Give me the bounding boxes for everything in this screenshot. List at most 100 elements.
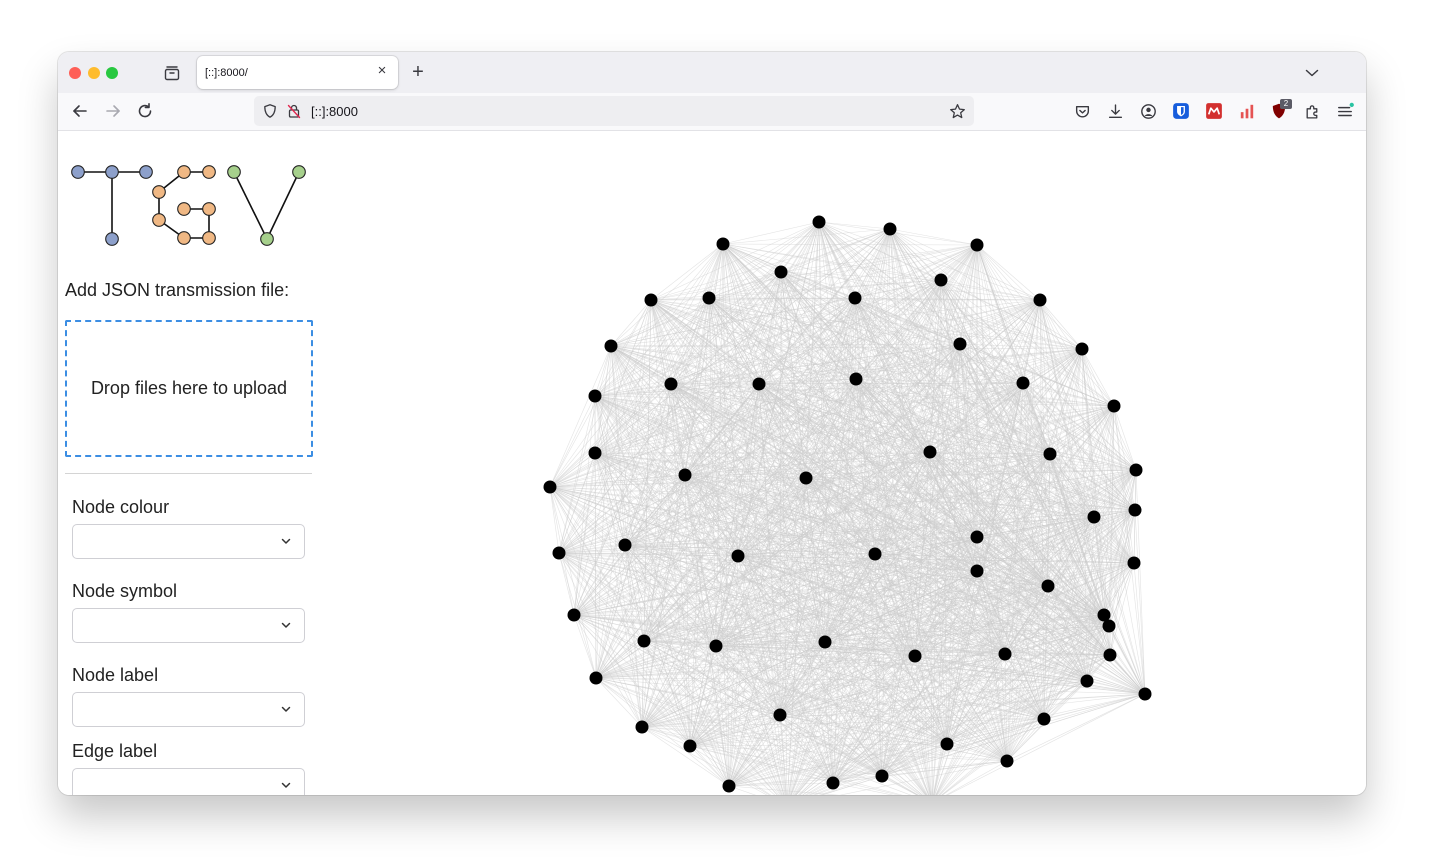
graph-node[interactable]: [635, 720, 649, 734]
graph-node[interactable]: [1138, 687, 1152, 701]
graph-node[interactable]: [543, 480, 557, 494]
node-colour-label: Node colour: [72, 497, 170, 517]
graph-node[interactable]: [1016, 376, 1030, 390]
graph-node[interactable]: [848, 291, 862, 305]
graph-node[interactable]: [604, 339, 618, 353]
graph-node[interactable]: [1103, 648, 1117, 662]
browser-window: [::]:8000/ × + [::]:8000 2 Add JSON tran…: [58, 52, 1366, 795]
tab-title: [::]:8000/: [205, 67, 248, 79]
graph-node[interactable]: [644, 293, 658, 307]
bar-chart-extension-icon[interactable]: [1238, 102, 1256, 120]
node-symbol-select[interactable]: [72, 608, 305, 643]
sidebar: Add JSON transmission file: Drop files h…: [58, 131, 328, 795]
file-dropzone[interactable]: Drop files here to upload: [65, 320, 313, 457]
graph-node[interactable]: [774, 265, 788, 279]
firefox-view-icon[interactable]: [163, 64, 181, 82]
tgv-logo: [71, 165, 306, 246]
edge-label-select[interactable]: [72, 768, 305, 795]
mendeley-extension-icon[interactable]: [1205, 102, 1223, 120]
graph-node[interactable]: [637, 634, 651, 648]
graph-node[interactable]: [702, 291, 716, 305]
graph-node[interactable]: [1037, 712, 1051, 726]
shield-icon[interactable]: [262, 103, 278, 119]
graph-node[interactable]: [923, 445, 937, 459]
ublock-extension[interactable]: 2: [1270, 99, 1292, 122]
node-colour-select[interactable]: [72, 524, 305, 559]
close-window-button[interactable]: [69, 67, 81, 79]
graph-node[interactable]: [588, 389, 602, 403]
extensions-puzzle-icon[interactable]: [1304, 103, 1321, 120]
graph-node[interactable]: [731, 549, 745, 563]
graph-node[interactable]: [1080, 674, 1094, 688]
graph-node[interactable]: [664, 377, 678, 391]
graph-node[interactable]: [567, 608, 581, 622]
graph-edge: [689, 745, 730, 787]
address-bar[interactable]: [::]:8000: [254, 96, 974, 126]
new-tab-button[interactable]: +: [408, 62, 428, 82]
graph-node[interactable]: [588, 446, 602, 460]
graph-node[interactable]: [970, 530, 984, 544]
graph-node[interactable]: [868, 547, 882, 561]
divider: [65, 473, 312, 474]
node-label-select[interactable]: [72, 692, 305, 727]
graph-node[interactable]: [818, 635, 832, 649]
bitwarden-icon[interactable]: [1172, 102, 1190, 120]
app-menu-icon[interactable]: [1336, 102, 1354, 120]
page-content: Add JSON transmission file: Drop files h…: [58, 131, 1366, 795]
graph-node[interactable]: [1107, 399, 1121, 413]
graph-edge: [650, 243, 724, 301]
list-all-tabs-icon[interactable]: [1303, 64, 1321, 82]
graph-node[interactable]: [1033, 293, 1047, 307]
graph-node[interactable]: [998, 647, 1012, 661]
reload-icon[interactable]: [135, 101, 155, 121]
graph-node[interactable]: [1129, 463, 1143, 477]
upload-label: Add JSON transmission file:: [65, 280, 290, 300]
graph-node[interactable]: [940, 737, 954, 751]
graph-node[interactable]: [970, 238, 984, 252]
graph-node[interactable]: [1043, 447, 1057, 461]
graph-node[interactable]: [678, 468, 692, 482]
graph-node[interactable]: [908, 649, 922, 663]
graph-node[interactable]: [618, 538, 632, 552]
graph-node[interactable]: [683, 739, 697, 753]
graph-node[interactable]: [883, 222, 897, 236]
graph-node[interactable]: [1087, 510, 1101, 524]
graph-node[interactable]: [1128, 503, 1142, 517]
graph-node[interactable]: [875, 769, 889, 783]
zoom-window-button[interactable]: [106, 67, 118, 79]
account-icon[interactable]: [1140, 103, 1157, 120]
graph-node[interactable]: [799, 471, 813, 485]
graph-node[interactable]: [709, 639, 723, 653]
graph-node[interactable]: [934, 273, 948, 287]
graph-node[interactable]: [1097, 608, 1111, 622]
graph-node[interactable]: [970, 564, 984, 578]
graph-node[interactable]: [849, 372, 863, 386]
graph-node[interactable]: [953, 337, 967, 351]
downloads-icon[interactable]: [1107, 103, 1124, 120]
browser-tab[interactable]: [::]:8000/ ×: [197, 56, 398, 89]
url-text[interactable]: [::]:8000: [311, 104, 358, 119]
tab-close-icon[interactable]: ×: [374, 63, 390, 79]
chevron-down-icon: [281, 538, 291, 544]
extension-badge: 2: [1280, 99, 1292, 109]
graph-node[interactable]: [812, 215, 826, 229]
minimize-window-button[interactable]: [88, 67, 100, 79]
bookmark-star-icon[interactable]: [949, 103, 966, 120]
graph-node[interactable]: [1075, 342, 1089, 356]
graph-node[interactable]: [1000, 754, 1014, 768]
graph-edge: [1135, 469, 1146, 695]
graph-node[interactable]: [773, 708, 787, 722]
graph-node[interactable]: [589, 671, 603, 685]
graph-node[interactable]: [752, 377, 766, 391]
pocket-icon[interactable]: [1074, 103, 1091, 120]
forward-arrow-icon[interactable]: [103, 101, 123, 121]
back-arrow-icon[interactable]: [70, 101, 90, 121]
graph-node[interactable]: [722, 779, 736, 793]
graph-node[interactable]: [716, 237, 730, 251]
graph-node[interactable]: [1127, 556, 1141, 570]
graph-node[interactable]: [826, 776, 840, 790]
graph-node[interactable]: [552, 546, 566, 560]
graph-node[interactable]: [1041, 579, 1055, 593]
insecure-lock-icon[interactable]: [286, 103, 302, 119]
edge-label-label: Edge label: [72, 741, 158, 761]
